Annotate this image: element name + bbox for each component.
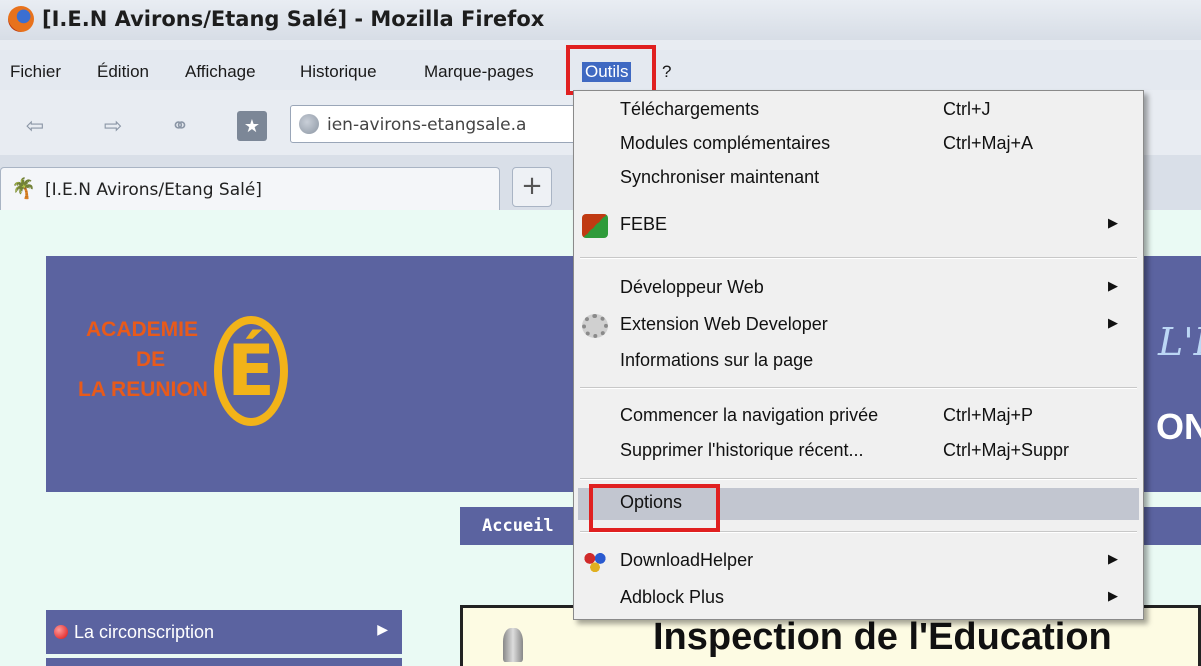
banner-text-fragment-2: ON [1156, 406, 1201, 447]
academie-logo: ACADEMIE DE LA REUNION É [66, 276, 306, 446]
menu-item-downloadhelper[interactable]: DownloadHelper ▶ [574, 546, 1143, 578]
bullet-icon [54, 625, 68, 639]
menu-item-febe[interactable]: FEBE ▶ [574, 210, 1143, 242]
gear-icon [582, 314, 608, 338]
submenu-arrow-icon: ▶ [1108, 216, 1118, 231]
menu-item-informations-page[interactable]: Informations sur la page [574, 346, 1143, 378]
menu-item-shortcut: Ctrl+Maj+P [943, 405, 1034, 425]
menu-affichage[interactable]: Affichage [185, 62, 256, 82]
menu-item-label: Extension Web Developer [620, 314, 828, 334]
menu-separator [580, 478, 1137, 480]
menu-item-shortcut: Ctrl+Maj+A [943, 133, 1034, 153]
globe-icon [299, 114, 319, 134]
tab-label: [I.E.N Avirons/Etang Salé] [45, 180, 262, 200]
back-arrow-icon[interactable]: ⇦ [20, 111, 50, 141]
menu-item-label: Supprimer l'historique récent... [620, 440, 864, 460]
menu-fichier[interactable]: Fichier [10, 62, 61, 82]
menu-edition[interactable]: Édition [97, 62, 149, 82]
menu-help[interactable]: ? [662, 62, 671, 82]
palm-tree-icon: 🌴 [11, 176, 36, 200]
submenu-arrow-icon: ▶ [1108, 279, 1118, 294]
menu-marque-pages[interactable]: Marque-pages [424, 62, 534, 82]
new-tab-button[interactable]: + [512, 167, 552, 207]
menu-historique[interactable]: Historique [300, 62, 377, 82]
menu-item-label: Développeur Web [620, 277, 764, 297]
logo-line-2: DE [136, 348, 166, 371]
chevron-right-icon: ▶ [377, 622, 388, 638]
sidebar-item-circonscription[interactable]: La circonscription ▶ [46, 610, 402, 654]
forward-arrow-icon[interactable]: ⇨ [98, 111, 128, 141]
menu-item-extension-web-developer[interactable]: Extension Web Developer ▶ [574, 310, 1143, 342]
pin-icon [503, 628, 523, 662]
menu-item-adblock-plus[interactable]: Adblock Plus ▶ [574, 583, 1143, 615]
content-title: Inspection de l'Education [653, 616, 1112, 658]
submenu-arrow-icon: ▶ [1108, 552, 1118, 567]
menu-item-label: Adblock Plus [620, 587, 725, 607]
menu-separator [580, 257, 1137, 259]
url-text: ien-avirons-etangsale.a [327, 115, 527, 135]
menu-item-supprimer-historique[interactable]: Supprimer l'historique récent... Ctrl+Ma… [574, 436, 1143, 468]
tab-active[interactable]: 🌴 [I.E.N Avirons/Etang Salé] [0, 167, 500, 210]
banner-text-fragment: L'E [1158, 320, 1201, 364]
annotation-highlight-options [589, 484, 720, 532]
e-logo-mark: É [214, 316, 288, 426]
share-icon[interactable]: ⚭ [165, 111, 195, 141]
logo-line-1: ACADEMIE [86, 318, 199, 341]
menu-separator [580, 387, 1137, 389]
menu-item-synchroniser[interactable]: Synchroniser maintenant [574, 163, 1143, 195]
menu-item-shortcut: Ctrl+J [943, 99, 991, 119]
menu-item-developpeur-web[interactable]: Développeur Web ▶ [574, 273, 1143, 305]
title-bar: [I.E.N Avirons/Etang Salé] - Mozilla Fir… [0, 0, 1201, 40]
menu-item-label: Téléchargements [620, 99, 760, 119]
nav-accueil-link[interactable]: Accueil [482, 516, 554, 536]
menu-item-navigation-privee[interactable]: Commencer la navigation privée Ctrl+Maj+… [574, 401, 1143, 433]
menu-item-label: Commencer la navigation privée [620, 405, 879, 425]
menu-item-telechargements[interactable]: Téléchargements Ctrl+J [574, 95, 1143, 127]
menu-item-shortcut: Ctrl+Maj+Suppr [943, 440, 1070, 460]
menu-item-label: Informations sur la page [620, 350, 814, 370]
logo-line-3: LA REUNION [78, 378, 208, 401]
downloadhelper-icon [582, 550, 608, 574]
bookmark-star-icon[interactable]: ★ [237, 111, 267, 141]
sidebar-item-label: La circonscription [74, 622, 215, 642]
menu-item-label: Modules complémentaires [620, 133, 831, 153]
firefox-icon [8, 6, 34, 32]
menu-item-label: DownloadHelper [620, 550, 754, 570]
febe-icon [582, 214, 608, 238]
submenu-arrow-icon: ▶ [1108, 589, 1118, 604]
outils-dropdown-menu: Téléchargements Ctrl+J Modules complémen… [573, 90, 1144, 620]
menu-item-label: Synchroniser maintenant [620, 167, 820, 187]
menu-item-label: FEBE [620, 214, 668, 234]
annotation-highlight-outils [566, 45, 656, 95]
menu-item-modules[interactable]: Modules complémentaires Ctrl+Maj+A [574, 129, 1143, 161]
submenu-arrow-icon: ▶ [1108, 316, 1118, 331]
window-title: [I.E.N Avirons/Etang Salé] - Mozilla Fir… [42, 7, 545, 31]
sidebar-item-next[interactable] [46, 658, 402, 666]
